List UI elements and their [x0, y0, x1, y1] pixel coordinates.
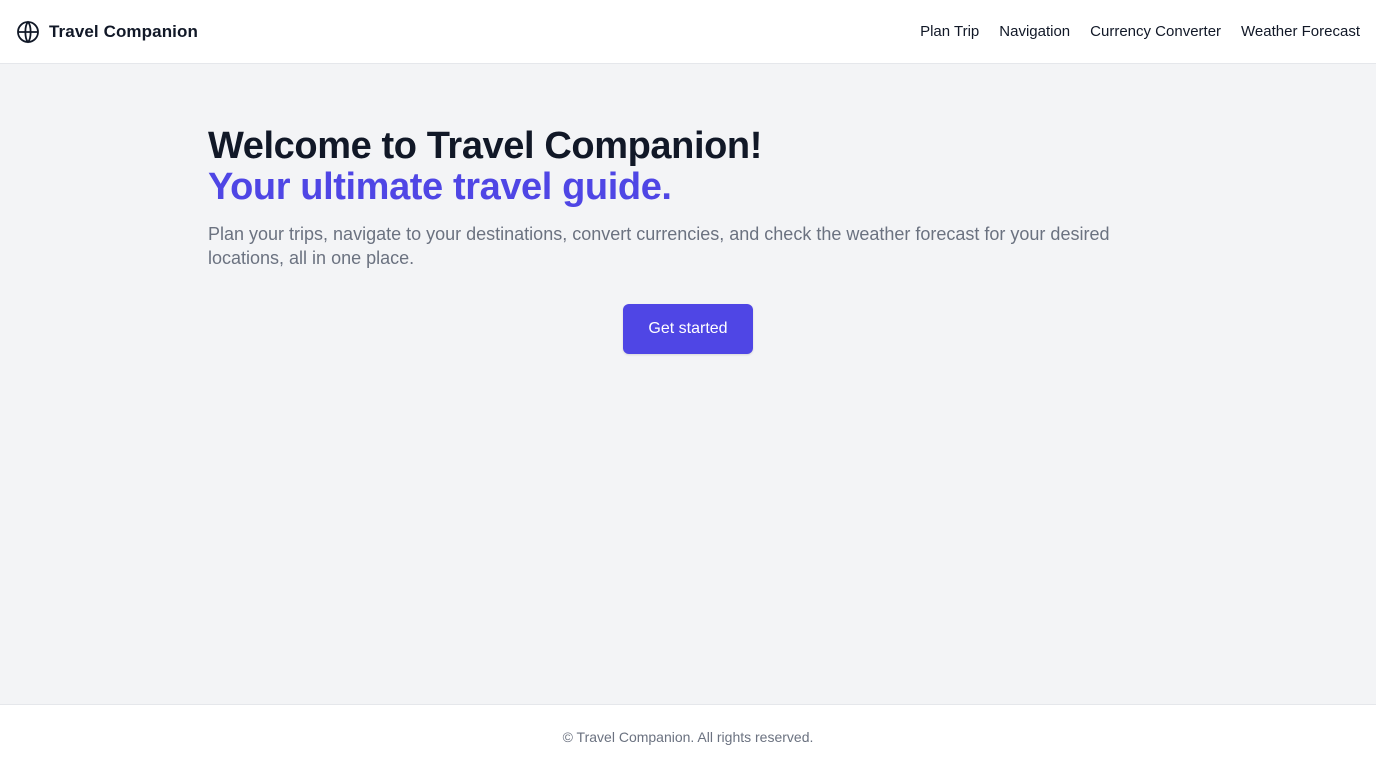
top-navbar: Travel Companion Plan Trip Navigation Cu…: [0, 0, 1376, 64]
nav-link-weather-forecast[interactable]: Weather Forecast: [1241, 23, 1360, 40]
get-started-button[interactable]: Get started: [623, 304, 753, 354]
hero-title: Welcome to Travel Companion!: [208, 125, 762, 167]
nav-link-currency-converter[interactable]: Currency Converter: [1090, 23, 1221, 40]
hero-description: Plan your trips, navigate to your destin…: [208, 224, 1110, 268]
brand-logo-link[interactable]: Travel Companion: [16, 20, 198, 44]
main-nav: Plan Trip Navigation Currency Converter …: [920, 23, 1360, 40]
globe-icon: [16, 20, 40, 44]
hero-subtitle: Your ultimate travel guide.: [208, 166, 672, 208]
footer-copyright: © Travel Companion. All rights reserved.: [562, 728, 814, 745]
hero-section: Welcome to Travel Companion! Your ultima…: [208, 126, 1168, 270]
nav-link-navigation[interactable]: Navigation: [999, 23, 1070, 40]
brand-name: Travel Companion: [49, 21, 198, 41]
nav-link-plan-trip[interactable]: Plan Trip: [920, 23, 979, 40]
footer: © Travel Companion. All rights reserved.: [0, 704, 1376, 768]
